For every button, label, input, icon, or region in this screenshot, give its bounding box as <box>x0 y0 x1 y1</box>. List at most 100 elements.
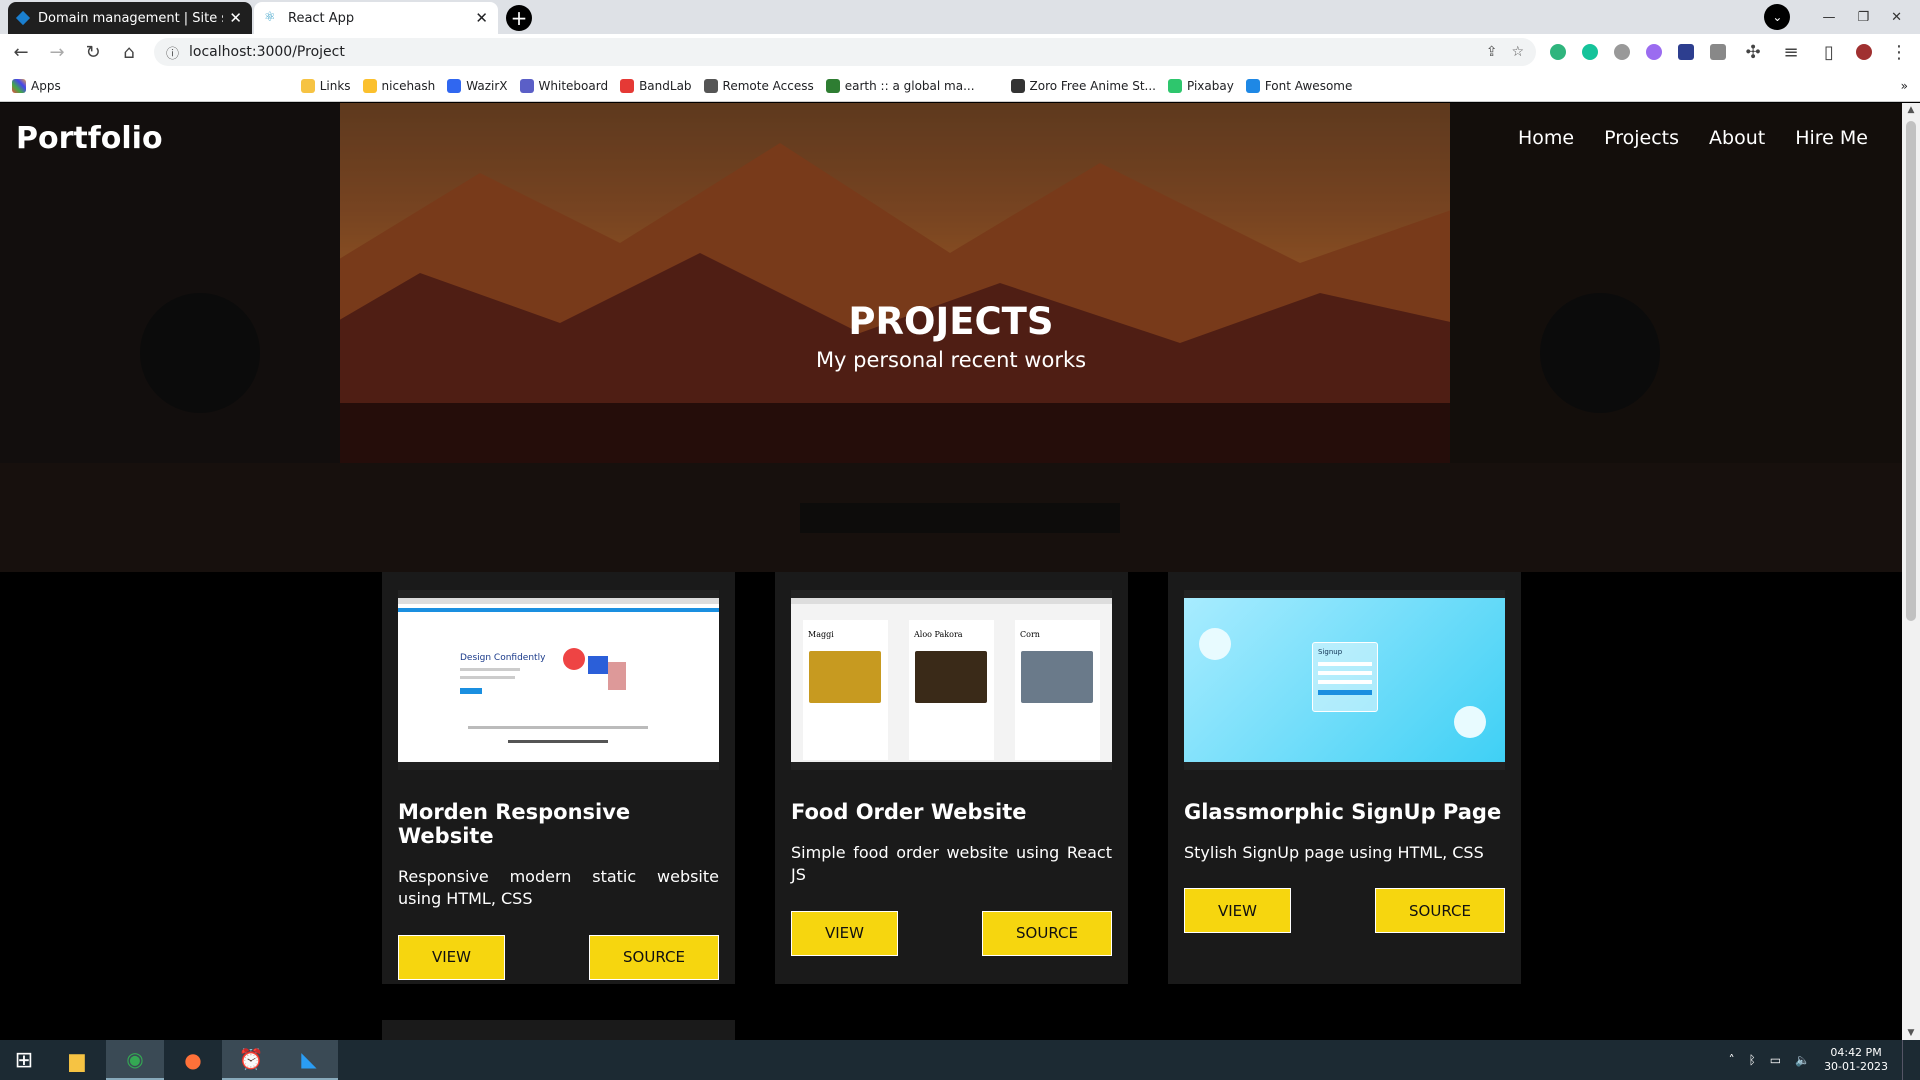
extension-icon[interactable] <box>1646 44 1662 60</box>
bookmark-font-awesome[interactable]: Font Awesome <box>1245 78 1352 93</box>
thumb-food-image <box>1021 651 1093 703</box>
extension-icon[interactable] <box>1678 44 1694 60</box>
thumb-form-field <box>1318 671 1372 675</box>
close-window-icon[interactable]: ✕ <box>1891 10 1902 25</box>
project-actions: VIEW SOURCE <box>1184 888 1505 934</box>
project-thumbnail[interactable]: Design Confidently <box>398 590 719 770</box>
scroll-down-icon[interactable]: ▼ <box>1902 1028 1920 1038</box>
tab-title: Domain management | Site settin <box>38 10 223 26</box>
source-button[interactable]: SOURCE <box>1375 888 1505 934</box>
extensions-row: ✣ ≡ ▯ ⋮ <box>1550 42 1910 63</box>
file-explorer-icon[interactable]: ▆ <box>48 1040 106 1080</box>
view-button[interactable]: VIEW <box>1184 888 1291 934</box>
nav-projects[interactable]: Projects <box>1604 127 1679 149</box>
earth-icon <box>825 78 840 93</box>
bookmark-whiteboard[interactable]: Whiteboard <box>519 78 608 93</box>
folder-icon <box>300 78 315 93</box>
project-description: Responsive modern static website using H… <box>398 867 719 909</box>
thumb-banner <box>398 608 719 612</box>
forward-icon[interactable]: → <box>46 42 68 63</box>
thumb-food-name: Aloo Pakora <box>914 630 963 639</box>
menu-icon[interactable]: ⋮ <box>1888 42 1910 63</box>
thumb-header <box>398 598 719 604</box>
extension-icon[interactable] <box>1614 44 1630 60</box>
alarm-clock-icon[interactable]: ⏰ <box>222 1040 280 1080</box>
bookmark-wazirx[interactable]: WazirX <box>447 78 508 93</box>
thumb-food-image <box>915 651 987 703</box>
back-icon[interactable]: ← <box>10 42 32 63</box>
scroll-up-icon[interactable]: ▲ <box>1902 105 1920 115</box>
thumb-form-field <box>1318 680 1372 684</box>
address-bar[interactable]: ⓘ localhost:3000/Project ⇪ ☆ <box>154 38 1536 66</box>
sidepanel-icon[interactable]: ▯ <box>1818 42 1840 63</box>
bookmark-earth[interactable]: earth :: a global ma... <box>825 78 975 93</box>
bookmark-nicehash[interactable]: nicehash <box>362 78 435 93</box>
network-icon[interactable]: ▭ <box>1770 1053 1781 1067</box>
firefox-icon[interactable]: ● <box>164 1040 222 1080</box>
project-thumbnail[interactable]: Maggi Aloo Pakora Corn <box>791 590 1112 770</box>
thumb-heading: Design Confidently <box>460 653 546 663</box>
thumb-line <box>508 740 608 743</box>
zoro-icon <box>1010 78 1025 93</box>
reload-icon[interactable]: ↻ <box>82 42 104 63</box>
thumb-form-title: Signup <box>1318 648 1343 656</box>
nav-about[interactable]: About <box>1709 127 1765 149</box>
page-scrollbar[interactable]: ▲ ▼ <box>1902 103 1920 1040</box>
clock-time: 04:42 PM <box>1830 1045 1882 1059</box>
site-brand[interactable]: Portfolio <box>16 121 163 156</box>
chrome-icon[interactable]: ◉ <box>106 1040 164 1080</box>
windows-start-icon[interactable]: ⊞ <box>0 1040 48 1080</box>
thumb-figure <box>563 648 585 670</box>
system-tray: ˄ ᛒ ▭ 🔈 04:42 PM 30-01-2023 <box>1729 1040 1920 1080</box>
show-desktop-button[interactable] <box>1902 1040 1906 1080</box>
project-title: Glassmorphic SignUp Page <box>1184 800 1502 824</box>
taskbar: ⊞ ▆ ◉ ● ⏰ ◣ ˄ ᛒ ▭ 🔈 04:42 PM 30-01-2023 <box>0 1040 1920 1080</box>
more-bookmarks-icon[interactable]: » <box>1901 79 1908 93</box>
extension-icon[interactable] <box>1710 44 1726 60</box>
project-cards: Design Confidently Morden Responsive Web… <box>382 572 1521 984</box>
view-button[interactable]: VIEW <box>791 910 898 956</box>
new-tab-button[interactable]: + <box>506 5 532 31</box>
minimize-icon[interactable]: — <box>1822 10 1835 25</box>
bluetooth-icon[interactable]: ᛒ <box>1749 1053 1756 1067</box>
bookmark-apps[interactable]: Apps <box>12 78 61 93</box>
chevron-down-icon[interactable]: ⌄ <box>1764 4 1791 30</box>
nav-home[interactable]: Home <box>1518 127 1574 149</box>
thumb-food-card: Aloo Pakora <box>909 620 994 760</box>
star-icon[interactable]: ☆ <box>1511 44 1524 60</box>
restore-icon[interactable]: ❐ <box>1857 10 1869 25</box>
close-icon[interactable]: ✕ <box>229 9 242 27</box>
source-button[interactable]: SOURCE <box>982 910 1112 956</box>
tray-chevron-up-icon[interactable]: ˄ <box>1729 1053 1735 1067</box>
reading-list-icon[interactable]: ≡ <box>1780 42 1802 63</box>
bookmark-links[interactable]: Links <box>300 78 351 93</box>
vscode-icon[interactable]: ◣ <box>280 1040 338 1080</box>
project-thumbnail[interactable]: Signup <box>1184 590 1505 770</box>
grammarly-g-icon[interactable] <box>1582 44 1598 60</box>
info-icon[interactable]: ⓘ <box>166 43 179 62</box>
home-icon[interactable]: ⌂ <box>118 42 140 63</box>
bookmark-zoro[interactable]: Zoro Free Anime St... <box>1010 78 1156 93</box>
bookmark-bandlab[interactable]: BandLab <box>620 78 692 93</box>
avatar[interactable] <box>1856 44 1872 60</box>
tab-domain-management[interactable]: Domain management | Site settin ✕ <box>8 2 252 34</box>
clock[interactable]: 04:42 PM 30-01-2023 <box>1824 1046 1888 1075</box>
close-icon[interactable]: ✕ <box>475 9 488 27</box>
volume-icon[interactable]: 🔈 <box>1795 1053 1810 1067</box>
puzzle-icon[interactable]: ✣ <box>1742 42 1764 63</box>
scrollbar-thumb[interactable] <box>1906 121 1916 621</box>
bookmark-remote-access[interactable]: Remote Access <box>703 78 814 93</box>
source-button[interactable]: SOURCE <box>589 934 719 980</box>
tab-react-app[interactable]: ⚛ React App ✕ <box>254 2 498 34</box>
wazirx-icon <box>447 78 462 93</box>
thumb-line <box>460 668 520 671</box>
project-card: Maggi Aloo Pakora Corn Food Order Websit… <box>775 572 1128 984</box>
share-icon[interactable]: ⇪ <box>1486 44 1498 60</box>
project-actions: VIEW SOURCE <box>398 934 719 980</box>
view-button[interactable]: VIEW <box>398 934 505 980</box>
bookmark-pixabay[interactable]: Pixabay <box>1167 78 1234 93</box>
grammarly-icon[interactable] <box>1550 44 1566 60</box>
nav-hire-me[interactable]: Hire Me <box>1795 127 1868 149</box>
window-controls: ⌄ — ❐ ✕ <box>1764 0 1920 34</box>
bandlab-icon <box>620 78 635 93</box>
